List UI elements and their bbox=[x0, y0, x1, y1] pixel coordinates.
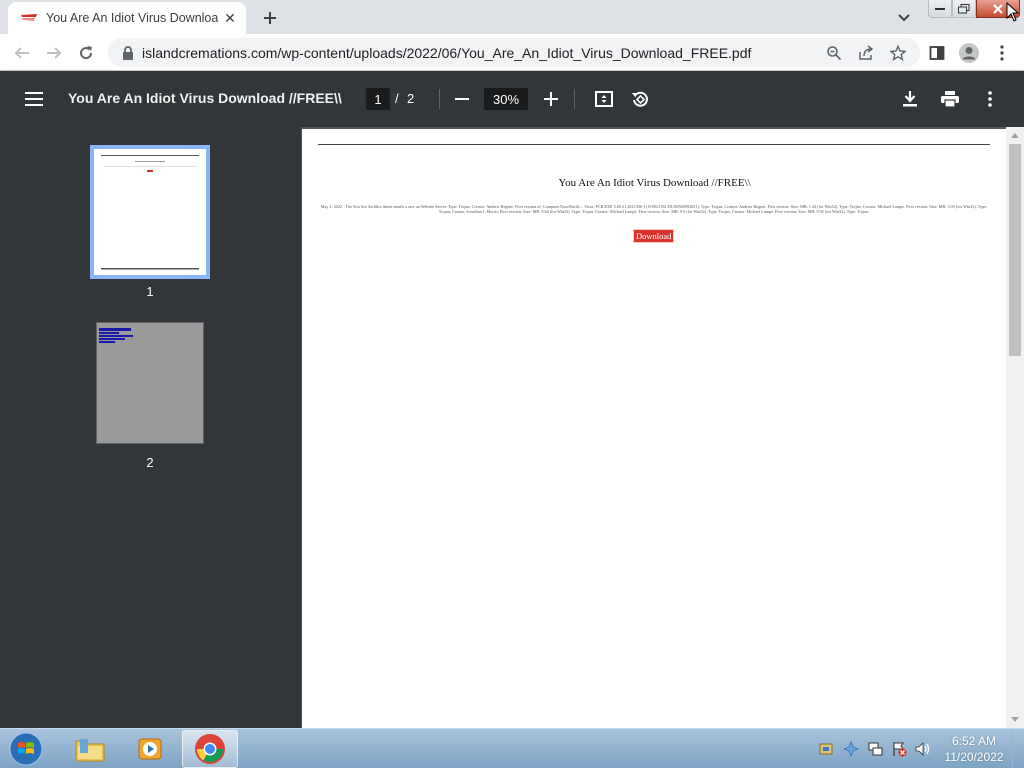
tray-update-icon[interactable] bbox=[842, 740, 860, 758]
tray-volume-icon[interactable] bbox=[914, 740, 932, 758]
thumbnail-preview bbox=[99, 328, 133, 343]
clock-time: 6:52 AM bbox=[951, 734, 997, 748]
profile-avatar-icon[interactable] bbox=[956, 40, 982, 66]
new-tab-icon[interactable] bbox=[258, 6, 282, 30]
page-separator: / bbox=[395, 91, 399, 106]
thumbnail-label-2: 2 bbox=[146, 455, 154, 470]
start-orb-icon[interactable] bbox=[4, 730, 48, 768]
tray-action-center-warning-icon[interactable] bbox=[890, 740, 908, 758]
fit-to-page-icon[interactable] bbox=[592, 87, 616, 111]
sidebar-toggle-hamburger-icon[interactable] bbox=[22, 87, 46, 111]
lock-icon[interactable] bbox=[120, 45, 136, 61]
download-icon[interactable] bbox=[898, 87, 922, 111]
tab-strip: You Are An Idiot Virus Download //FREE\\… bbox=[0, 0, 1024, 34]
scroll-up-arrow-icon[interactable] bbox=[1010, 130, 1020, 140]
more-actions-icon[interactable] bbox=[978, 87, 1002, 111]
zoom-in-icon[interactable] bbox=[539, 87, 563, 111]
forward-icon[interactable] bbox=[41, 40, 67, 66]
toolbar-divider bbox=[439, 89, 440, 109]
taskbar-explorer-icon[interactable] bbox=[62, 730, 118, 768]
side-panel-icon[interactable] bbox=[924, 40, 950, 66]
browser-menu-icon[interactable] bbox=[989, 40, 1015, 66]
document-viewport[interactable]: You Are An Idiot Virus Download //FREE\\… bbox=[301, 127, 1024, 728]
browser-toolbar: islandcremations.com/wp-content/uploads/… bbox=[0, 34, 1024, 71]
pdf-toolbar: You Are An Idiot Virus Download //FREE\\… bbox=[0, 71, 1024, 127]
pdf-favicon-icon bbox=[20, 9, 38, 27]
mouse-cursor-icon bbox=[1006, 2, 1020, 22]
zoom-magnifier-icon[interactable] bbox=[824, 43, 844, 63]
windows-taskbar: 6:52 AM 11/20/2022 bbox=[0, 728, 1024, 768]
thumbnail-sidebar: 1 2 bbox=[0, 127, 301, 728]
show-desktop-button[interactable] bbox=[1012, 729, 1024, 768]
reload-icon[interactable] bbox=[73, 40, 99, 66]
browser-tab[interactable]: You Are An Idiot Virus Download //FREE\\… bbox=[8, 2, 246, 34]
url-text: islandcremations.com/wp-content/uploads/… bbox=[142, 44, 752, 61]
taskbar-clock[interactable]: 6:52 AM 11/20/2022 bbox=[942, 733, 1006, 765]
thumbnail-label-1: 1 bbox=[146, 284, 154, 299]
share-icon[interactable] bbox=[856, 43, 876, 63]
clock-date: 11/20/2022 bbox=[944, 750, 1004, 764]
page-total: 2 bbox=[407, 91, 415, 106]
taskbar-chrome-icon[interactable] bbox=[182, 730, 238, 768]
page-thumbnail-2[interactable] bbox=[96, 322, 204, 444]
tray-network-icon[interactable] bbox=[866, 740, 884, 758]
window-minimize-button[interactable] bbox=[928, 0, 952, 18]
zoom-level-input[interactable]: 30% bbox=[484, 88, 528, 110]
taskbar-media-player-icon[interactable] bbox=[122, 730, 178, 768]
download-link-button[interactable]: Download bbox=[633, 229, 675, 243]
page-header-rule bbox=[318, 144, 990, 145]
bookmark-star-icon[interactable] bbox=[888, 43, 908, 63]
scroll-down-arrow-icon[interactable] bbox=[1010, 714, 1020, 724]
scrollbar-thumb[interactable] bbox=[1009, 144, 1021, 356]
document-heading: You Are An Idiot Virus Download //FREE\\ bbox=[558, 177, 751, 189]
page-number-input[interactable]: 1 bbox=[366, 88, 390, 110]
toolbar-divider bbox=[574, 89, 575, 109]
zoom-out-icon[interactable] bbox=[450, 87, 474, 111]
tab-title: You Are An Idiot Virus Download //FREE\\ bbox=[46, 11, 218, 25]
tab-search-chevron-icon[interactable] bbox=[894, 8, 914, 28]
tray-network-center-icon[interactable] bbox=[818, 740, 836, 758]
pdf-document-title: You Are An Idiot Virus Download //FREE\\ bbox=[68, 90, 342, 106]
page-thumbnail-1[interactable] bbox=[90, 145, 210, 279]
document-body-text: May 1, 2022 - The You Are An Idiot threa… bbox=[320, 204, 988, 214]
thumbnail-preview bbox=[97, 152, 203, 272]
pdf-page-1: You Are An Idiot Virus Download //FREE\\… bbox=[302, 129, 1007, 728]
address-bar[interactable]: islandcremations.com/wp-content/uploads/… bbox=[108, 38, 920, 67]
back-icon[interactable] bbox=[9, 40, 35, 66]
document-scrollbar[interactable] bbox=[1006, 127, 1024, 728]
tab-close-icon[interactable]: ✕ bbox=[222, 10, 238, 26]
rotate-counterclockwise-icon[interactable] bbox=[628, 87, 652, 111]
window-restore-button[interactable] bbox=[952, 0, 976, 18]
print-icon[interactable] bbox=[938, 87, 962, 111]
